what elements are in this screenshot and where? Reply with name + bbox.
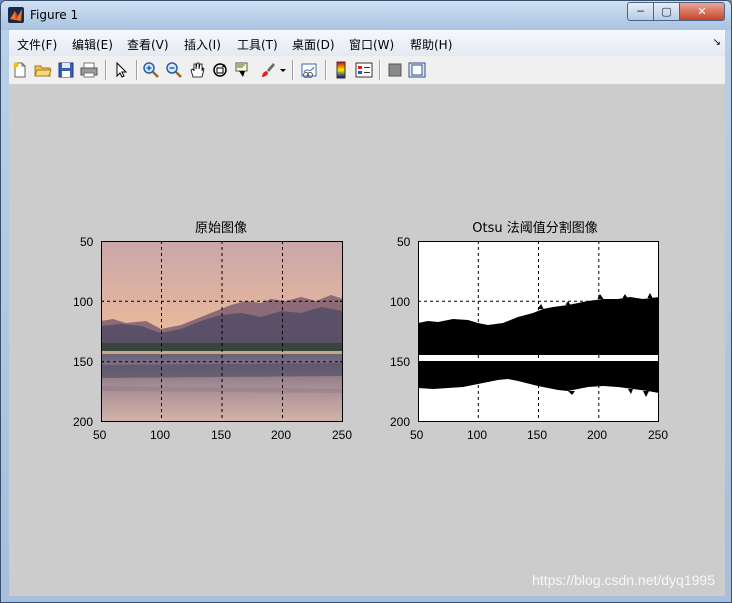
- toolbar-separator: [292, 60, 294, 80]
- left-ytick: 100: [73, 295, 94, 309]
- brush-dropdown-icon[interactable]: [279, 61, 287, 79]
- left-axes-title: 原始图像: [194, 221, 248, 236]
- figure-canvas: 原始图像 50 100 150 200 50 100 150 200 250 O…: [9, 85, 725, 596]
- right-xtick: 150: [527, 428, 548, 442]
- colorbar-icon[interactable]: [332, 61, 350, 79]
- right-xtick: 250: [648, 428, 669, 442]
- pan-hand-icon[interactable]: [188, 61, 206, 79]
- data-cursor-icon[interactable]: [234, 61, 252, 79]
- menu-file[interactable]: 文件(F): [17, 36, 57, 53]
- right-ytick: 200: [390, 415, 411, 429]
- open-file-icon[interactable]: [34, 61, 52, 79]
- edit-plot-arrow-icon[interactable]: [112, 61, 130, 79]
- left-ytick: 50: [80, 235, 94, 249]
- client-area: 文件(F) 编辑(E) 查看(V) 插入(I) 工具(T) 桌面(D) 窗口(W…: [9, 30, 725, 596]
- toolbar-separator: [379, 60, 381, 80]
- title-bar[interactable]: Figure 1 ─ ▢ ✕: [1, 1, 731, 30]
- menu-view[interactable]: 查看(V): [127, 36, 169, 53]
- left-xtick: 100: [150, 428, 171, 442]
- close-button[interactable]: ✕: [680, 2, 725, 21]
- right-ytick: 50: [397, 235, 411, 249]
- menu-window[interactable]: 窗口(W): [349, 36, 394, 53]
- right-xtick: 100: [467, 428, 488, 442]
- watermark-text: https://blog.csdn.net/dyq1995: [532, 572, 715, 588]
- left-xtick: 50: [93, 428, 107, 442]
- new-figure-icon[interactable]: [11, 61, 29, 79]
- menu-overflow-icon[interactable]: ↘: [713, 37, 721, 48]
- left-ytick: 200: [73, 415, 94, 429]
- minimize-button[interactable]: ─: [627, 2, 654, 21]
- left-xtick: 200: [271, 428, 292, 442]
- right-axes-title: Otsu 法阈值分割图像: [472, 221, 598, 236]
- hide-plot-tools-icon[interactable]: [386, 61, 404, 79]
- brush-icon[interactable]: [259, 61, 277, 79]
- figure-window: Figure 1 ─ ▢ ✕ 文件(F) 编辑(E) 查看(V) 插入(I) 工…: [0, 0, 732, 603]
- save-icon[interactable]: [57, 61, 75, 79]
- right-xtick: 50: [410, 428, 424, 442]
- right-ytick: 100: [390, 295, 411, 309]
- toolbar: [9, 56, 725, 85]
- right-xtick: 200: [587, 428, 608, 442]
- original-image-axes[interactable]: [101, 241, 343, 422]
- left-xtick: 150: [211, 428, 232, 442]
- right-ytick: 150: [390, 355, 411, 369]
- toolbar-separator: [325, 60, 327, 80]
- otsu-segmented-axes[interactable]: [418, 241, 659, 422]
- left-xtick: 250: [332, 428, 353, 442]
- rotate-3d-icon[interactable]: [211, 61, 229, 79]
- zoom-out-icon[interactable]: [165, 61, 183, 79]
- zoom-in-icon[interactable]: [142, 61, 160, 79]
- show-plot-tools-icon[interactable]: [408, 61, 426, 79]
- menu-bar: 文件(F) 编辑(E) 查看(V) 插入(I) 工具(T) 桌面(D) 窗口(W…: [9, 30, 725, 56]
- menu-edit[interactable]: 编辑(E): [72, 36, 113, 53]
- window-title: Figure 1: [30, 8, 79, 22]
- maximize-button[interactable]: ▢: [654, 2, 680, 21]
- toolbar-separator: [136, 60, 138, 80]
- menu-help[interactable]: 帮助(H): [410, 36, 452, 53]
- matlab-icon: [8, 7, 24, 23]
- print-icon[interactable]: [80, 61, 98, 79]
- menu-desktop[interactable]: 桌面(D): [292, 36, 335, 53]
- toolbar-separator: [105, 60, 107, 80]
- menu-tools[interactable]: 工具(T): [237, 36, 278, 53]
- menu-insert[interactable]: 插入(I): [184, 36, 221, 53]
- left-ytick: 150: [73, 355, 94, 369]
- link-plot-icon[interactable]: [300, 61, 318, 79]
- legend-icon[interactable]: [355, 61, 373, 79]
